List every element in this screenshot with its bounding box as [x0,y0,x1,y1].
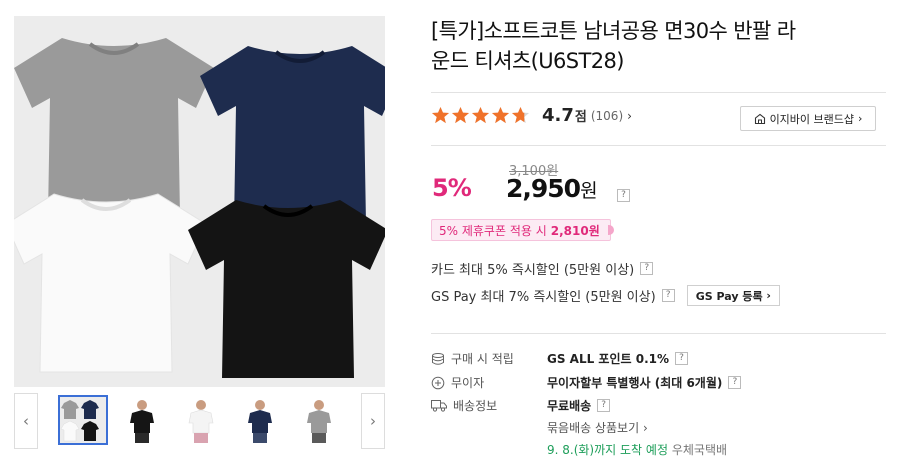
delivery-row: 배송정보 무료배송 ? [431,397,611,414]
review-count[interactable]: (106) [591,109,623,123]
delivery-eta-row: 9. 8.(화)까지 도착 예정 우체국택배 [547,441,727,458]
coupon-text: 5% 제휴쿠폰 적용 시 [439,223,547,238]
grey-tshirt [14,38,214,216]
coupon-notch [608,225,614,235]
points-value-group: GS ALL 포인트 0.1% ? [547,350,689,367]
divider [431,333,886,334]
star-icon [431,106,450,124]
gspay-discount-row: GS Pay 최대 7% 즉시할인 (5만원 이상) ? GS Pay 등록 › [431,285,780,306]
product-title-line-1: [특가]소프트코튼 남녀공용 면30수 반팔 라 [431,19,796,43]
discount-rate: 5% [432,174,472,202]
gspay-register-button[interactable]: GS Pay 등록 › [686,285,780,306]
thumbnail-model-white[interactable] [176,395,226,445]
gspay-register-label: GS Pay 등록 [695,289,763,303]
divider [431,92,886,93]
price-help-icon[interactable]: ? [617,189,630,202]
card-discount-text: 카드 최대 5% 즉시할인 (5만원 이상) [431,263,635,278]
points-row: 구매 시 적립 GS ALL 포인트 0.1% ? [431,350,689,367]
delivery-carrier: 우체국택배 [671,443,728,457]
black-tshirt [188,200,385,378]
bundle-shipping-link[interactable]: 묶음배송 상품보기 › [547,419,648,436]
card-discount-help-icon[interactable]: ? [640,262,654,275]
interest-value-group: 무이자할부 특별행사 (최대 6개월) ? [547,374,742,391]
thumbnail-model-black[interactable] [117,395,167,445]
star-icon [511,106,530,124]
coupon-badge[interactable]: 5% 제휴쿠폰 적용 시 2,810원 [431,219,611,241]
rating-row[interactable]: 4.7 점 (106) › [431,105,632,126]
points-label: 구매 시 적립 [451,352,514,366]
divider [431,145,886,146]
bundle-shipping-label: 묶음배송 상품보기 [547,421,640,435]
star-rating [431,106,531,125]
interest-label: 무이자 [451,376,485,390]
delivery-eta: 9. 8.(화)까지 도착 예정 [547,443,668,457]
white-tshirt [14,193,207,373]
coupon-price: 2,810원 [550,223,600,238]
points-help-icon[interactable]: ? [675,352,689,365]
points-label-group: 구매 시 적립 [431,350,547,367]
thumbnail-prev-button[interactable]: ‹ [14,393,38,449]
store-icon [754,113,765,124]
delivery-label: 배송정보 [453,399,498,413]
thumbnail-all-colors[interactable] [58,395,108,445]
star-icon [471,106,490,124]
star-icon [491,106,510,124]
gspay-discount-text: GS Pay 최대 7% 즉시할인 (5만원 이상) [431,290,656,305]
brand-shop-label: 이지바이 브랜드샵 [769,112,855,126]
coin-stack-icon [432,352,444,365]
star-icon [451,106,470,124]
thumbnail-next-button[interactable]: › [361,393,385,449]
thumbnail-model-grey[interactable] [294,395,344,445]
card-discount-row: 카드 최대 5% 즉시할인 (5만원 이상) ? [431,259,654,278]
chevron-right-icon: › [642,421,648,435]
product-title: [특가]소프트코튼 남녀공용 면30수 반팔 라 운드 티셔츠(U6ST28) [431,16,881,76]
sale-price: 2,950원 [506,174,598,203]
gspay-discount-help-icon[interactable]: ? [661,289,675,302]
installment-icon [431,376,445,389]
delivery-help-icon[interactable]: ? [597,399,611,412]
delivery-value: 무료배송 [547,399,592,413]
truck-icon [431,400,447,412]
sale-price-amount: 2,950 [506,174,581,203]
navy-tshirt [200,46,385,224]
interest-label-group: 무이자 [431,374,547,391]
thumbnail-strip: ‹ › [14,393,385,449]
delivery-value-group: 무료배송 ? [547,397,611,414]
rating-score-unit: 점 [574,110,587,125]
interest-help-icon[interactable]: ? [728,376,742,389]
delivery-label-group: 배송정보 [431,397,547,414]
brand-shop-button[interactable]: 이지바이 브랜드샵 › [740,106,876,131]
interest-value: 무이자할부 특별행사 (최대 6개월) [547,376,723,390]
chevron-right-icon: › [766,289,771,302]
chevron-right-icon: › [627,108,632,123]
sale-price-unit: 원 [580,180,598,202]
points-value: GS ALL 포인트 0.1% [547,352,670,366]
chevron-left-icon: ‹ [23,412,29,430]
interest-free-row: 무이자 무이자할부 특별행사 (최대 6개월) ? [431,374,742,391]
rating-score: 4.7 [542,105,574,126]
product-title-line-2: 운드 티셔츠(U6ST28) [431,49,624,73]
main-product-image [14,16,385,387]
chevron-right-icon: › [858,112,863,125]
thumbnail-model-navy[interactable] [235,395,285,445]
chevron-right-icon: › [370,412,376,430]
